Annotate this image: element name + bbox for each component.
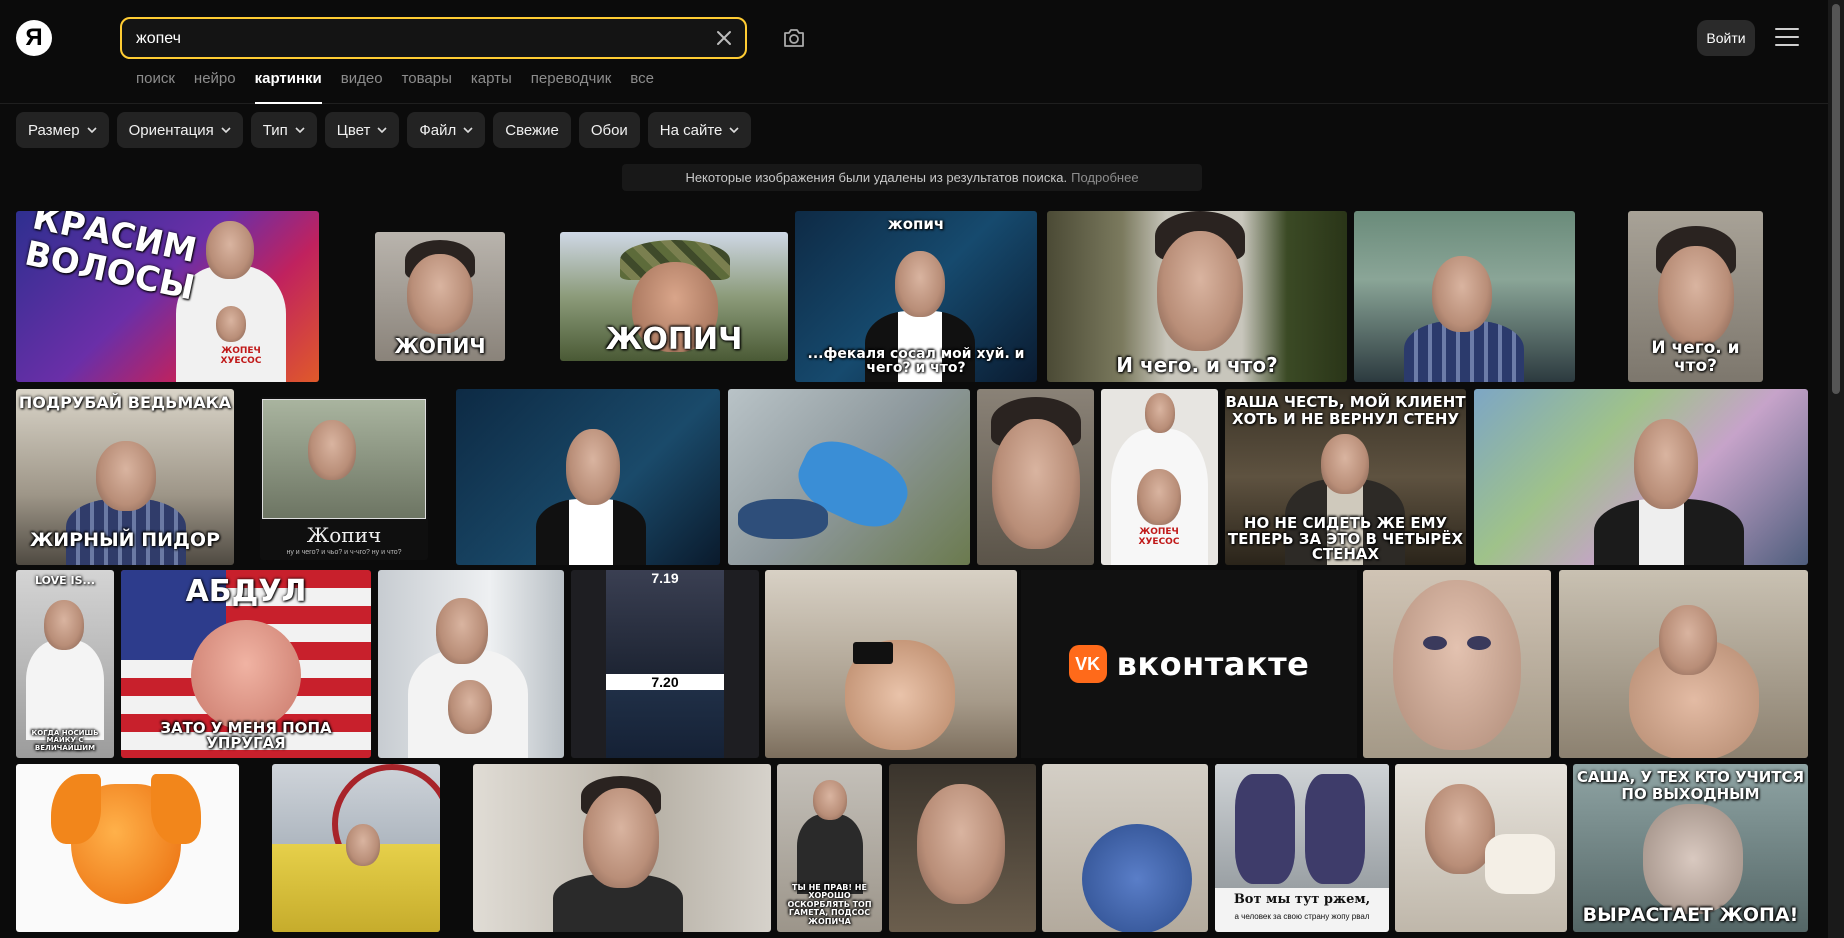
image-result[interactable]	[1042, 764, 1208, 932]
tab-video[interactable]: видео	[341, 70, 383, 104]
login-button[interactable]: Войти	[1697, 20, 1755, 56]
chevron-down-icon	[221, 127, 231, 133]
tab-images[interactable]: картинки	[254, 70, 322, 104]
search-tabs: поиск нейро картинки видео товары карты …	[136, 70, 673, 104]
image-result[interactable]: И чего. и что?	[1628, 211, 1763, 382]
chevron-down-icon	[463, 127, 473, 133]
image-result[interactable]	[1474, 389, 1808, 565]
menu-button[interactable]	[1774, 24, 1800, 50]
filter-orientation[interactable]: Ориентация	[116, 112, 243, 148]
image-result[interactable]: Жопич ну и чего? и чьо? и ч-чго? ну и чт…	[260, 397, 428, 560]
clear-search-button[interactable]	[713, 27, 735, 49]
image-result[interactable]	[16, 764, 239, 932]
image-result[interactable]: LOVE IS... КОГДА НОСИШЬ МАЙКУ С ВЕЛИЧАЙШ…	[16, 570, 114, 758]
search-input[interactable]	[136, 28, 696, 50]
image-result[interactable]: ТЫ НЕ ПРАВ! НЕ ХОРОШО ОСКОРБЛЯТЬ ТОП ГАМ…	[777, 764, 882, 932]
filter-color[interactable]: Цвет	[324, 112, 400, 148]
yandex-logo[interactable]: Я	[16, 20, 52, 56]
tab-search[interactable]: поиск	[136, 70, 175, 104]
image-result[interactable]: 7.19 7.20	[571, 570, 759, 758]
filter-fresh[interactable]: Свежие	[493, 112, 571, 148]
chevron-down-icon	[295, 127, 305, 133]
filter-size[interactable]: Размер	[16, 112, 109, 148]
image-result[interactable]: КРАСИМ ВОЛОСЫ ЖОПЕЧ ХУЕСОС	[16, 211, 319, 382]
image-result[interactable]	[1363, 570, 1551, 758]
image-result[interactable]: ЖОПИЧ	[375, 232, 505, 361]
image-result[interactable]: ВАША ЧЕСТЬ, МОЙ КЛИЕНТ ХОТЬ И НЕ ВЕРНУЛ …	[1225, 389, 1466, 565]
search-box	[120, 17, 747, 59]
image-result[interactable]: ЖОПИЧ	[560, 232, 788, 361]
filter-wallpapers[interactable]: Обои	[578, 112, 640, 148]
image-result[interactable]	[473, 764, 771, 932]
camera-icon	[784, 29, 804, 47]
vk-logo: VK	[1068, 645, 1107, 683]
chevron-down-icon	[377, 127, 387, 133]
image-result[interactable]	[456, 389, 720, 565]
scrollbar[interactable]	[1828, 0, 1844, 938]
scrollbar-thumb[interactable]	[1832, 4, 1840, 394]
image-result[interactable]	[977, 389, 1094, 565]
image-result[interactable]: И чего. и что?	[1047, 211, 1347, 382]
image-result[interactable]	[889, 764, 1036, 932]
filter-type[interactable]: Тип	[250, 112, 317, 148]
tab-all[interactable]: все	[630, 70, 654, 104]
chevron-down-icon	[729, 127, 739, 133]
close-icon	[717, 31, 731, 45]
image-result[interactable]	[1354, 211, 1575, 382]
image-result[interactable]: АБДУЛ ЗАТО У МЕНЯ ПОПА УПРУГАЯ	[121, 570, 371, 758]
image-result[interactable]	[765, 570, 1017, 758]
image-result[interactable]	[1395, 764, 1567, 932]
removed-images-notice: Некоторые изображения были удалены из ре…	[622, 164, 1202, 191]
filter-bar: Размер Ориентация Тип Цвет Файл Свежие О…	[16, 112, 752, 148]
image-result[interactable]: САША, У ТЕХ КТО УЧИТСЯ ПО ВЫХОДНЫМ ВЫРАС…	[1573, 764, 1808, 932]
image-result[interactable]	[378, 570, 564, 758]
image-result[interactable]: ПОДРУБАЙ ВЕДЬМАКА ЖИРНЫЙ ПИДОР	[16, 389, 234, 565]
tab-translator[interactable]: переводчик	[531, 70, 611, 104]
header: Я поиск нейро картинки видео товары карт…	[0, 0, 1828, 104]
image-search-button[interactable]	[780, 24, 808, 52]
chevron-down-icon	[86, 127, 97, 133]
image-result[interactable]	[272, 764, 440, 932]
tab-maps[interactable]: карты	[471, 70, 512, 104]
image-result[interactable]: жопич ...фекаля сосал мой хуй. и чего? и…	[795, 211, 1037, 382]
image-result[interactable]: ЖОПЕЧ ХУЕСОС	[1101, 389, 1218, 565]
notice-more-link[interactable]: Подробнее	[1071, 170, 1138, 185]
image-result[interactable]: Вот мы тут ржем, а человек за свою стран…	[1215, 764, 1389, 932]
vk-promo-result[interactable]: VK вконтакте	[1021, 570, 1357, 758]
image-result[interactable]	[728, 389, 970, 565]
tab-products[interactable]: товары	[402, 70, 452, 104]
filter-on-site[interactable]: На сайте	[647, 112, 752, 148]
image-result[interactable]	[1559, 570, 1808, 758]
filter-file[interactable]: Файл	[407, 112, 486, 148]
hamburger-icon	[1775, 28, 1799, 30]
tab-neuro[interactable]: нейро	[194, 70, 236, 104]
